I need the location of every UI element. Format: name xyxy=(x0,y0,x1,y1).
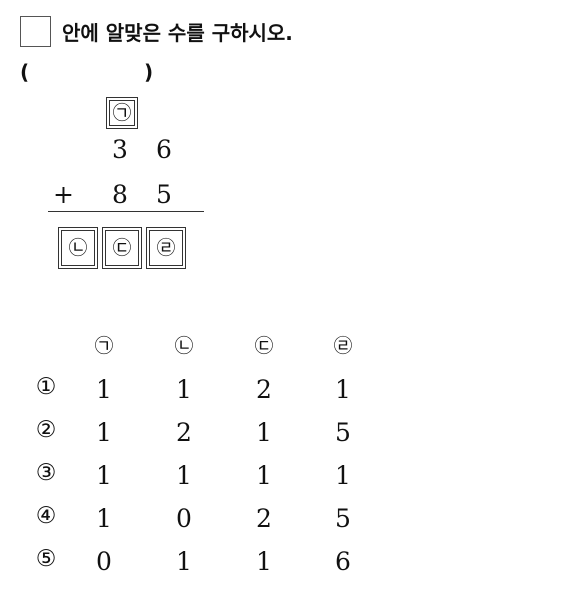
choice-value: 1 xyxy=(256,461,272,490)
choice-value: 0 xyxy=(176,504,192,533)
plus-sign: + xyxy=(53,180,74,209)
choice-label: ④ xyxy=(35,503,57,529)
choice-label: ③ xyxy=(35,460,57,486)
row2-digit-tens: 8 xyxy=(112,180,128,209)
choice-value: 1 xyxy=(176,461,192,490)
sum-line xyxy=(48,211,204,212)
choice-value: 2 xyxy=(256,504,272,533)
choice-label: ② xyxy=(35,417,57,443)
box-rieul-label: ㉣ xyxy=(156,236,176,259)
choice-value: 1 xyxy=(176,375,192,404)
choice-value: 1 xyxy=(96,418,112,447)
header-digeut: ㉢ xyxy=(254,335,274,357)
choice-value: 1 xyxy=(96,461,112,490)
choice-value: 1 xyxy=(256,418,272,447)
choice-value: 0 xyxy=(96,547,112,576)
choice-value: 6 xyxy=(335,547,351,576)
header-giyeok: ㉠ xyxy=(94,335,114,357)
box-rieul: ㉣ xyxy=(146,227,186,269)
box-giyeok-label: ㉠ xyxy=(112,101,132,124)
choice-value: 1 xyxy=(335,375,351,404)
choice-value: 1 xyxy=(96,375,112,404)
choice-value: 1 xyxy=(96,504,112,533)
row2-digit-ones: 5 xyxy=(156,180,172,209)
choice-value: 2 xyxy=(176,418,192,447)
box-digeut-label: ㉢ xyxy=(112,236,132,259)
row1-digit-ones: 6 xyxy=(156,135,172,164)
box-nieun: ㉡ xyxy=(58,227,98,269)
header-rieul: ㉣ xyxy=(333,335,353,357)
choice-value: 1 xyxy=(256,547,272,576)
choice-value: 1 xyxy=(176,547,192,576)
box-digeut: ㉢ xyxy=(102,227,142,269)
header-nieun: ㉡ xyxy=(174,335,194,357)
choice-value: 5 xyxy=(335,504,351,533)
box-giyeok: ㉠ xyxy=(106,97,138,129)
row1-digit-tens: 3 xyxy=(112,135,128,164)
choice-value: 2 xyxy=(256,375,272,404)
answer-paren-open: ( xyxy=(20,60,30,84)
answer-blank-box xyxy=(20,16,51,47)
question-text: 안에 알맞은 수를 구하시오. xyxy=(62,21,293,45)
choice-value: 5 xyxy=(335,418,351,447)
choice-value: 1 xyxy=(335,461,351,490)
answer-paren-close: ) xyxy=(144,60,154,84)
choice-label: ① xyxy=(35,374,57,400)
box-nieun-label: ㉡ xyxy=(68,236,88,259)
choice-label: ⑤ xyxy=(35,546,57,572)
